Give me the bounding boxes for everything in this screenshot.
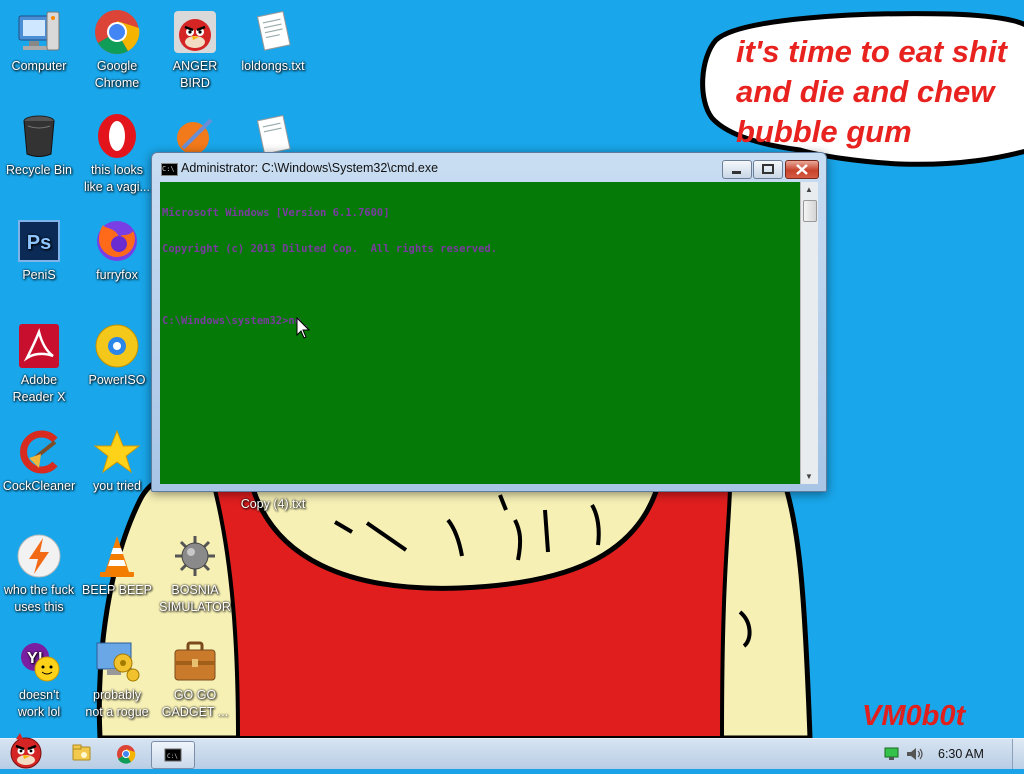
console-line: Copyright (c) 2013 Diluted Cop. All righ… [162,243,498,255]
icon-ccleaner[interactable]: CockCleaner [0,428,78,495]
desktop[interactable]: it's time to eat shit and die and chew b… [0,0,1024,738]
yahoo-messenger-icon: Y! [15,637,63,685]
cmd-titlebar[interactable]: C:\ Administrator: C:\Windows\System32\c… [152,153,826,182]
icon-adobe-reader[interactable]: Adobe Reader X [0,322,78,406]
icon-poweriso[interactable]: PowerISO [78,322,156,389]
icon-control-panel[interactable]: probably not a rogue [78,637,156,721]
speech-bubble-text: it's time to eat shit and die and chew b… [736,34,1007,149]
cmd-window-title: Administrator: C:\Windows\System32\cmd.e… [181,161,439,175]
icon-vlc[interactable]: BEEP BEEP [78,532,156,599]
recycle-bin-icon [15,112,63,160]
icon-you-tried[interactable]: you tried [78,428,156,495]
cmd-icon: C:\ [161,163,178,176]
network-icon[interactable] [882,747,900,761]
taskbar-cmd-button[interactable]: C:\ [151,741,195,769]
speaker-icon[interactable] [905,746,925,762]
scroll-up-arrow-icon[interactable]: ▲ [805,185,813,194]
icon-bosnia[interactable]: BOSNIA SIMULATOR [156,532,234,616]
icon-google-chrome[interactable]: Google Chrome [78,8,156,92]
icon-yahoo[interactable]: Y! doesn't work lol [0,637,78,721]
console-line: Microsoft Windows [Version 6.1.7600] [162,207,390,219]
show-desktop-button[interactable] [1012,739,1024,769]
disc-icon [93,322,141,370]
icon-firefox[interactable]: furryfox [78,217,156,284]
console-prompt: C:\Windows\system32>no_ [162,315,308,327]
spiked-mine-icon [171,532,219,580]
chrome-icon [93,8,141,56]
text-file-icon [249,8,297,56]
minimize-button[interactable] [722,160,752,179]
console-area[interactable]: Microsoft Windows [Version 6.1.7600] Cop… [160,182,800,484]
ccleaner-icon [15,428,63,476]
taskbar-chrome-button[interactable] [106,741,146,767]
scrollbar-thumb[interactable] [803,200,817,222]
svg-text:Ps: Ps [27,232,51,254]
icon-lightning[interactable]: who the fuck uses this [0,532,78,616]
opera-icon [93,112,141,160]
icon-opera[interactable]: this looks like a vagi... [78,112,156,196]
icon-computer[interactable]: Computer [0,8,78,75]
angry-bird-icon [171,8,219,56]
computer-icon [15,8,63,56]
chrome-icon [117,745,136,764]
taskbar-explorer-button[interactable] [62,741,100,767]
maximize-button[interactable] [753,160,783,179]
artist-signature: VM0b0t [862,700,966,732]
firefox-icon [93,217,141,265]
photoshop-icon: Ps [15,217,63,265]
clock[interactable]: 6:30 AM [938,747,984,761]
explorer-folder-icon [72,744,91,761]
icon-photoshop[interactable]: Ps PeniS [0,217,78,284]
taskbar: C:\ 6:30 AM [0,733,1024,769]
svg-text:C:\: C:\ [167,753,178,760]
close-button[interactable] [785,160,819,179]
cmd-icon: C:\ [164,748,182,762]
vlc-cone-icon [93,532,141,580]
cmd-window[interactable]: C:\ Administrator: C:\Windows\System32\c… [151,152,827,492]
console-scrollbar[interactable]: ▲ ▼ [800,182,818,484]
lightning-icon [15,532,63,580]
icon-anger-bird[interactable]: ANGER BIRD [156,8,234,92]
icon-recycle-bin[interactable]: Recycle Bin [0,112,78,179]
angry-bird-start-icon [10,733,42,769]
mouse-cursor-icon [296,317,310,339]
scroll-down-arrow-icon[interactable]: ▼ [805,472,813,481]
adobe-reader-icon [15,322,63,370]
briefcase-icon [171,637,219,685]
star-icon [93,428,141,476]
icon-gadget[interactable]: GO GO GADGET ... [156,637,234,721]
gears-monitor-icon [93,637,141,685]
icon-loldongs[interactable]: loldongs.txt [234,8,312,75]
start-button[interactable] [2,731,50,769]
